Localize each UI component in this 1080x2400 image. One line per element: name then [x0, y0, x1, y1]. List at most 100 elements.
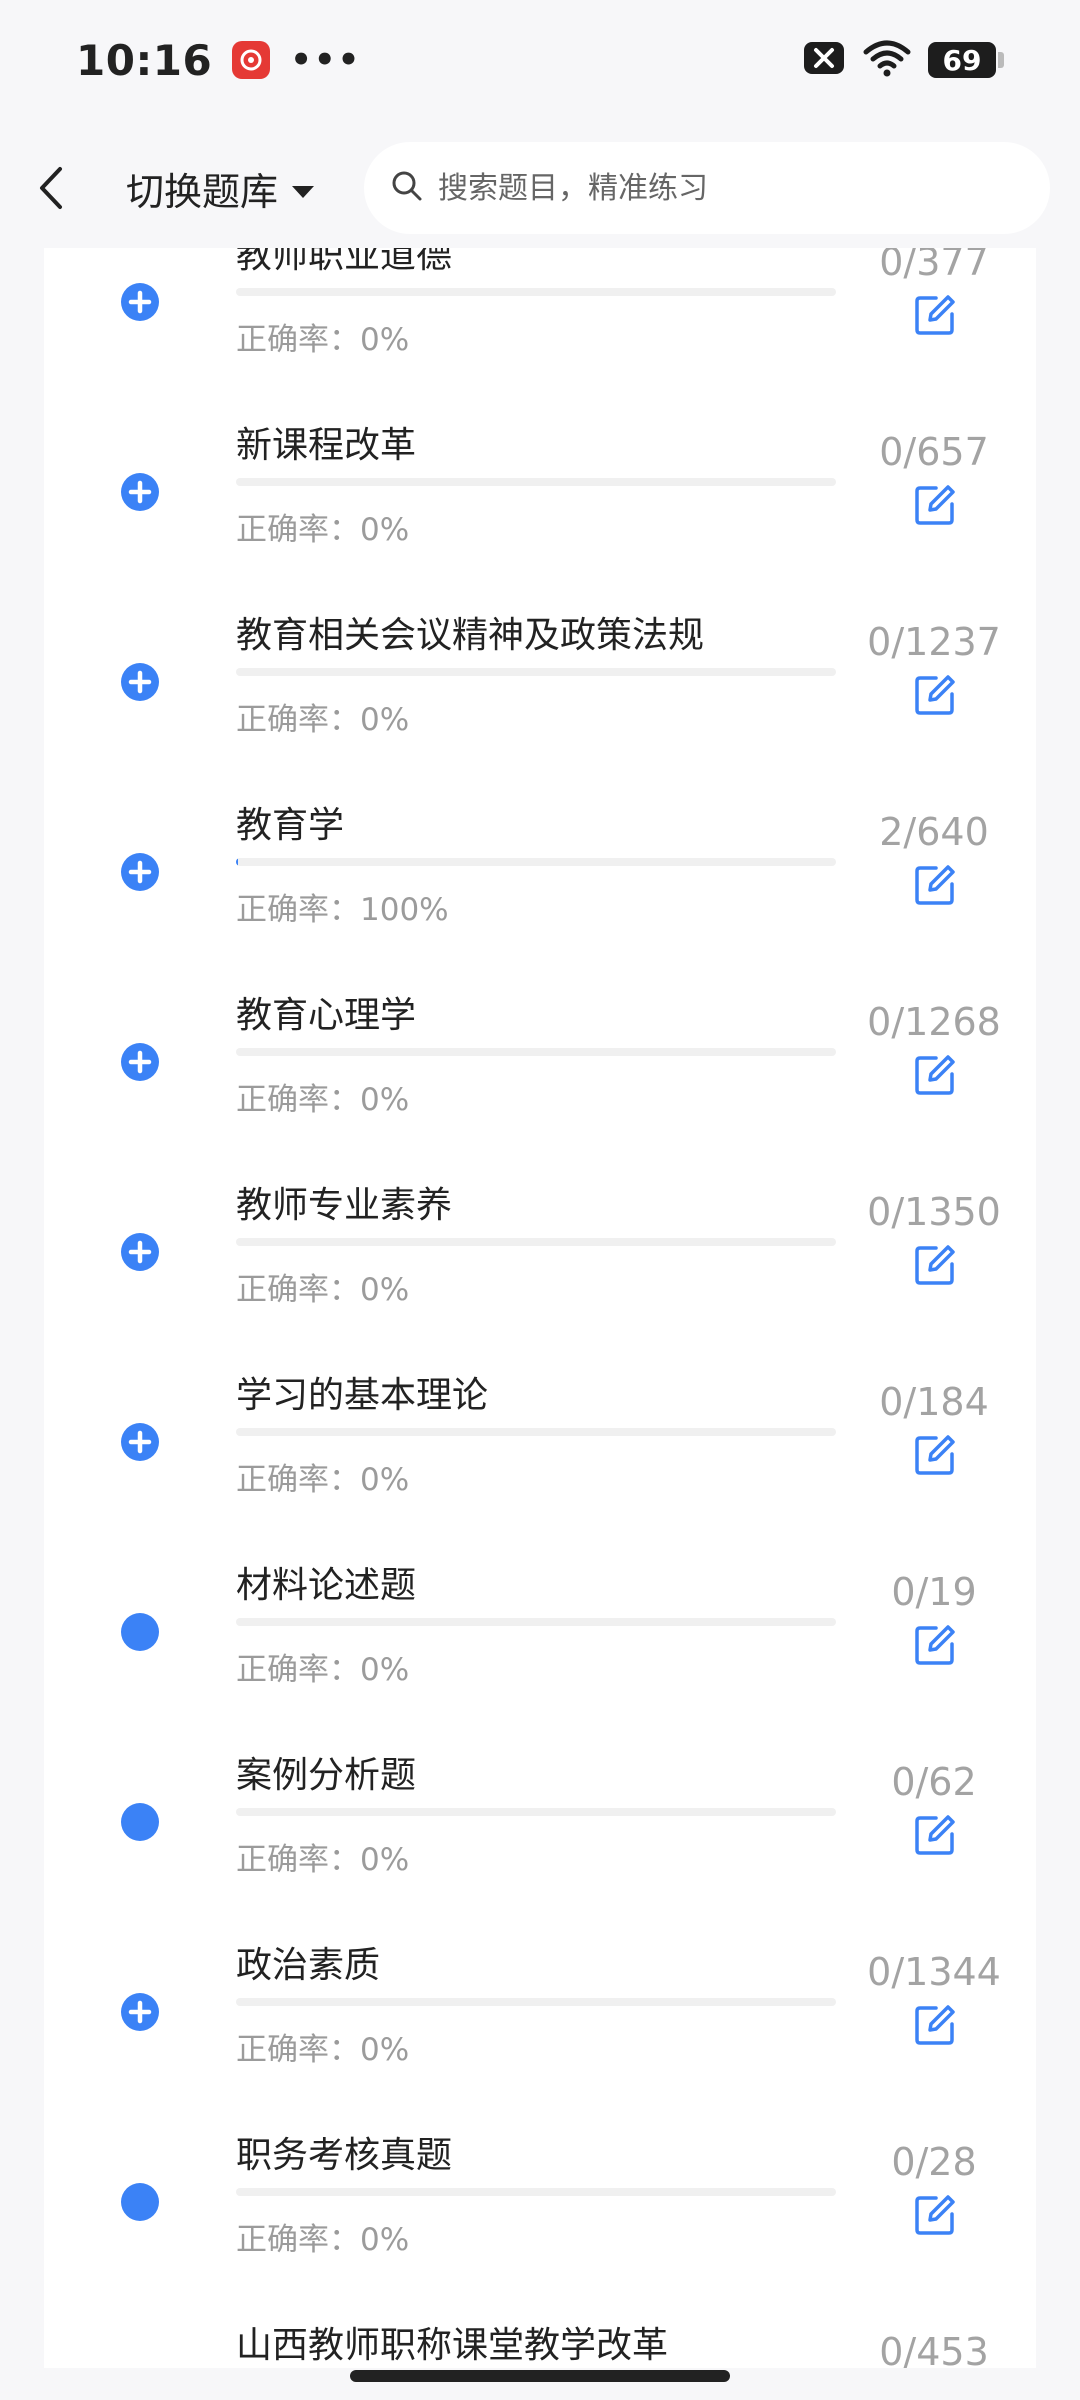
plus-circle-icon[interactable] [120, 662, 160, 702]
category-title: 教育学 [236, 805, 345, 846]
switch-question-bank-button[interactable]: 切换题库 [126, 161, 316, 216]
music-app-icon [232, 41, 271, 79]
progress-track [236, 1618, 836, 1626]
edit-icon[interactable] [912, 672, 958, 718]
category-row[interactable]: 案例分析题正确率：0% 0/62 [44, 1696, 1036, 1886]
plus-circle-icon[interactable] [120, 1232, 160, 1272]
battery-level: 69 [928, 42, 996, 78]
category-row[interactable]: 教育学正确率：100% 2/640 [44, 746, 1036, 936]
accuracy-value: 0% [360, 2032, 410, 2068]
category-title: 教师职业道德 [236, 248, 453, 276]
status-right: 69 [802, 38, 1004, 82]
progress-track [236, 1048, 836, 1056]
no-sim-icon [802, 40, 846, 80]
edit-icon[interactable] [912, 1432, 958, 1478]
edit-icon[interactable] [912, 2002, 958, 2048]
category-row[interactable]: 材料论述题正确率：0% 0/19 [44, 1506, 1036, 1696]
category-title: 案例分析题 [236, 1755, 417, 1796]
category-title: 教师专业素养 [236, 1185, 453, 1226]
accuracy-value: 0% [360, 1462, 410, 1498]
wifi-icon [862, 38, 912, 82]
accuracy-label: 正确率： [236, 1842, 360, 1878]
search-bar[interactable] [364, 142, 1050, 234]
accuracy-value: 0% [360, 1652, 410, 1688]
home-indicator[interactable] [350, 2370, 730, 2382]
edit-icon[interactable] [912, 1622, 958, 1668]
dot-icon [120, 1802, 160, 1842]
edit-icon[interactable] [912, 2192, 958, 2238]
plus-circle-icon[interactable] [120, 472, 160, 512]
category-title: 政治素质 [236, 1945, 381, 1986]
plus-circle-icon[interactable] [120, 1422, 160, 1462]
progress-track [236, 478, 836, 486]
accuracy-value: 0% [360, 512, 410, 548]
search-icon [390, 169, 424, 207]
dot-icon [120, 2182, 160, 2222]
category-row[interactable]: 教师职业道德 正确率：0% 0/377 [44, 248, 1036, 366]
question-count: 0/19 [891, 1570, 977, 1614]
accuracy-rate: 正确率：100% [236, 884, 449, 929]
category-row[interactable]: 职务考核真题正确率：0% 0/28 [44, 2076, 1036, 2266]
edit-icon[interactable] [912, 1242, 958, 1288]
accuracy-label: 正确率： [236, 512, 360, 548]
accuracy-rate: 正确率：0% [236, 2214, 409, 2259]
accuracy-rate: 正确率：0% [236, 1074, 409, 1119]
accuracy-rate: 正确率：0% [236, 504, 409, 549]
question-count: 0/377 [879, 248, 989, 284]
accuracy-rate: 正确率：0% [236, 1264, 409, 1309]
category-title: 材料论述题 [236, 1565, 417, 1606]
plus-circle-icon[interactable] [120, 1042, 160, 1082]
question-count: 0/1268 [867, 1000, 1001, 1044]
category-row[interactable]: 山西教师职称课堂教学改革 0/453 [44, 2266, 1036, 2368]
category-row[interactable]: 新课程改革 正确率：0% 0/657 [44, 366, 1036, 556]
accuracy-value: 0% [360, 1082, 410, 1118]
status-bar: 10:16 ••• 69 [0, 0, 1080, 120]
plus-circle-icon[interactable] [120, 1992, 160, 2032]
plus-circle-icon[interactable] [120, 852, 160, 892]
category-row[interactable]: 教育相关会议精神及政策法规 正确率：0% 0/1237 [44, 556, 1036, 746]
question-count: 0/1237 [867, 620, 1001, 664]
switch-question-bank-label: 切换题库 [126, 169, 279, 214]
category-title: 学习的基本理论 [236, 1375, 489, 1416]
edit-icon[interactable] [912, 292, 958, 338]
question-count: 0/28 [891, 2140, 977, 2184]
progress-track [236, 1238, 836, 1246]
question-count: 0/62 [891, 1760, 977, 1804]
question-count: 0/453 [879, 2330, 989, 2368]
more-notifications-icon: ••• [290, 40, 362, 80]
battery-tip [998, 52, 1004, 68]
accuracy-value: 0% [360, 1272, 410, 1308]
accuracy-rate: 正确率：0% [236, 1834, 409, 1879]
accuracy-label: 正确率： [236, 1462, 360, 1498]
category-title: 教育相关会议精神及政策法规 [236, 615, 705, 656]
accuracy-label: 正确率： [236, 1652, 360, 1688]
question-count: 2/640 [879, 810, 989, 854]
back-arrow-icon[interactable] [36, 163, 86, 213]
category-row[interactable]: 学习的基本理论正确率：0% 0/184 [44, 1316, 1036, 1506]
question-count: 0/1344 [867, 1950, 1001, 1994]
category-row[interactable]: 教师专业素养 正确率：0% 0/1350 [44, 1126, 1036, 1316]
question-count: 0/184 [879, 1380, 989, 1424]
edit-icon[interactable] [912, 482, 958, 528]
caret-down-icon [290, 166, 316, 210]
plus-circle-icon[interactable] [120, 282, 160, 322]
category-row[interactable]: 政治素质正确率：0% 0/1344 [44, 1886, 1036, 2076]
edit-icon[interactable] [912, 1812, 958, 1858]
accuracy-label: 正确率： [236, 2032, 360, 2068]
accuracy-label: 正确率： [236, 322, 360, 358]
category-title: 山西教师职称课堂教学改革 [236, 2325, 669, 2366]
accuracy-rate: 正确率：0% [236, 1644, 409, 1689]
progress-track [236, 1998, 836, 2006]
accuracy-label: 正确率： [236, 702, 360, 738]
search-input[interactable] [436, 169, 1024, 207]
edit-icon[interactable] [912, 1052, 958, 1098]
battery-indicator: 69 [928, 42, 1004, 78]
question-count: 0/657 [879, 430, 989, 474]
accuracy-label: 正确率： [236, 2222, 360, 2258]
accuracy-label: 正确率： [236, 1272, 360, 1308]
category-row[interactable]: 教育心理学 正确率：0% 0/1268 [44, 936, 1036, 1126]
accuracy-rate: 正确率：0% [236, 2024, 409, 2069]
edit-icon[interactable] [912, 862, 958, 908]
progress-track [236, 668, 836, 676]
category-title: 职务考核真题 [236, 2135, 453, 2176]
